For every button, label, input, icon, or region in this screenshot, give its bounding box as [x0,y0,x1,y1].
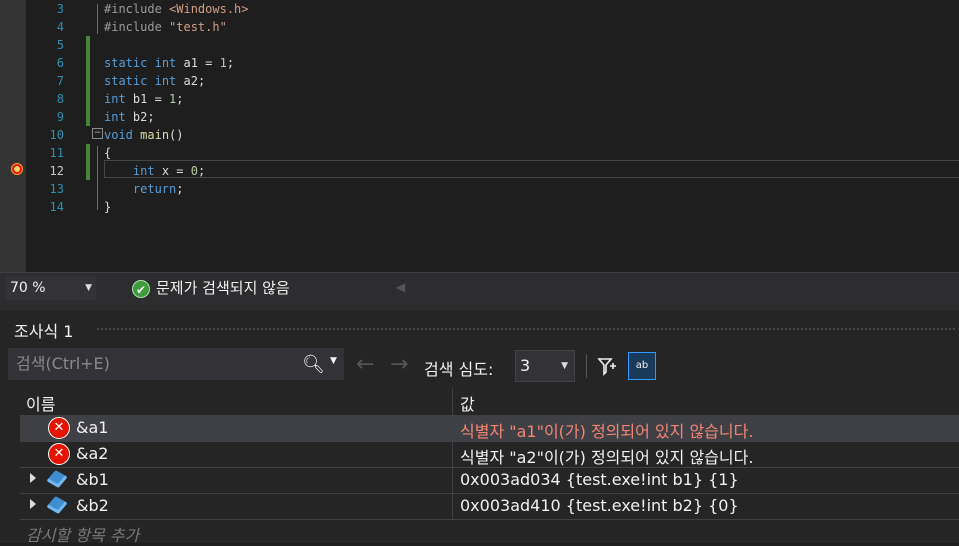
collapse-icon[interactable]: − [92,128,103,139]
code-line[interactable]: 6 static int a1 = 1; [0,54,959,72]
line-number: 4 [56,20,64,34]
change-marker [86,144,90,162]
line-number: 3 [56,2,64,16]
error-icon: ✕ [48,417,70,439]
code-line[interactable]: 9 int b2; [0,108,959,126]
variable-cube-icon [46,496,68,514]
search-input[interactable] [8,348,314,378]
code-text[interactable]: return; [104,180,184,198]
check-circle-icon: ✔ [132,279,150,298]
watch-name[interactable]: &b1 [76,470,109,489]
error-icon: ✕ [48,443,70,465]
code-text[interactable]: int b1 = 1; [104,90,184,108]
expand-arrow-icon[interactable] [30,473,36,483]
chevron-down-icon: ▼ [85,283,92,293]
view-ab-icon[interactable]: ab [628,352,656,380]
watch-title[interactable]: 조사식 1 [14,318,73,342]
pin-filter-icon[interactable] [596,354,618,378]
code-text[interactable]: #include <Windows.h> [104,0,249,18]
editor-statusbar: 70 % ▼ ✔ 문제가 검색되지 않음 ◀ [0,272,959,303]
code-line[interactable]: 4 #include "test.h" [0,18,959,36]
watch-value[interactable]: 0x003ad034 {test.exe!int b1} {1} [460,470,739,489]
watch-value[interactable]: 식별자 "a1"이(가) 정의되어 있지 않습니다. [460,418,753,442]
line-number: 14 [49,200,64,214]
column-header-name[interactable]: 이름 [26,391,55,415]
code-line[interactable]: 3 #include <Windows.h> [0,0,959,18]
watch-window: 조사식 1 🔍︎ ▼ ← → 검색 심도: 3 ▼ ab 이름 값 ✕ &a1 식별… [0,310,959,545]
code-line[interactable]: 13 return; [0,180,959,198]
code-text[interactable]: } [104,198,111,216]
line-number: 6 [56,56,64,70]
code-editor[interactable]: 3 #include <Windows.h> 4 #include "test.h" 5… [0,0,959,272]
breakpoint-icon[interactable] [11,163,23,175]
watch-name[interactable]: &a1 [76,418,108,437]
splitter[interactable] [0,302,959,310]
code-text[interactable]: void main() [104,126,184,144]
column-splitter [452,415,453,441]
change-marker [86,108,90,126]
change-marker [86,72,90,90]
column-splitter [452,493,453,519]
line-number: 9 [56,110,64,124]
table-row[interactable]: &b2 0x003ad410 {test.exe!int b2} {0} [20,493,959,520]
chevron-down-icon: ▼ [561,361,568,371]
toolbar-separator [586,354,587,378]
scope-guide [97,146,99,210]
line-number: 11 [49,146,64,160]
code-line[interactable]: 5 [0,36,959,54]
table-row[interactable]: &b1 0x003ad034 {test.exe!int b1} {1} [20,467,959,494]
search-box[interactable]: 🔍︎ ▼ [8,348,344,380]
change-marker [86,90,90,108]
search-depth-label: 검색 심도: [424,360,494,379]
expand-arrow-icon[interactable] [30,499,36,509]
line-number: 10 [49,128,64,142]
watch-value[interactable]: 0x003ad410 {test.exe!int b2} {0} [460,496,739,515]
column-splitter [452,467,453,493]
code-line[interactable]: 10 void main() [0,126,959,144]
scroll-left-icon[interactable]: ◀ [396,280,405,294]
forward-arrow-icon[interactable]: → [390,352,408,377]
change-marker [86,54,90,72]
search-depth-value: 3 [520,356,531,375]
search-options-chevron-icon[interactable]: ▼ [330,356,337,366]
watch-name[interactable]: &a2 [76,444,108,463]
zoom-value: 70 % [10,280,46,296]
change-marker [86,162,90,180]
zoom-dropdown[interactable]: 70 % ▼ [6,276,96,300]
back-arrow-icon[interactable]: ← [356,352,374,377]
add-watch-placeholder: 감시할 항목 추가 [26,526,140,545]
line-number: 12 [49,164,64,178]
table-row[interactable]: ✕ &a1 식별자 "a1"이(가) 정의되어 있지 않습니다. [20,415,959,442]
issues-text: 문제가 검색되지 않음 [156,279,290,297]
title-grip[interactable] [96,327,956,331]
issues-indicator[interactable]: ✔ 문제가 검색되지 않음 [132,276,290,300]
column-splitter[interactable] [452,388,453,415]
code-text[interactable]: static int a2; [104,72,205,90]
search-icon[interactable]: 🔍︎ [302,354,325,375]
code-line[interactable]: 7 static int a2; [0,72,959,90]
current-line-highlight [104,160,959,178]
grid-header: 이름 값 [20,388,959,416]
code-text[interactable]: static int a1 = 1; [104,54,234,72]
search-depth-dropdown[interactable]: 3 ▼ [515,350,575,382]
variable-cube-icon [46,470,68,488]
column-header-value[interactable]: 값 [460,391,475,415]
code-text[interactable]: #include "test.h" [104,18,227,36]
line-number: 7 [56,74,64,88]
column-splitter [452,441,453,467]
scope-guide-include [97,4,99,34]
code-line[interactable]: 14} [0,198,959,216]
code-line[interactable]: 8 int b1 = 1; [0,90,959,108]
watch-grid: 이름 값 ✕ &a1 식별자 "a1"이(가) 정의되어 있지 않습니다. ✕ &a2 식… [20,388,959,545]
change-marker [86,36,90,54]
table-row[interactable]: ✕ &a2 식별자 "a2"이(가) 정의되어 있지 않습니다. [20,441,959,468]
line-number: 13 [49,182,64,196]
add-watch-row[interactable]: 감시할 항목 추가 [20,519,959,545]
line-number: 8 [56,92,64,106]
watch-name[interactable]: &b2 [76,496,109,515]
code-text[interactable]: int b2; [104,108,155,126]
line-number: 5 [56,38,64,52]
watch-value[interactable]: 식별자 "a2"이(가) 정의되어 있지 않습니다. [460,444,753,468]
